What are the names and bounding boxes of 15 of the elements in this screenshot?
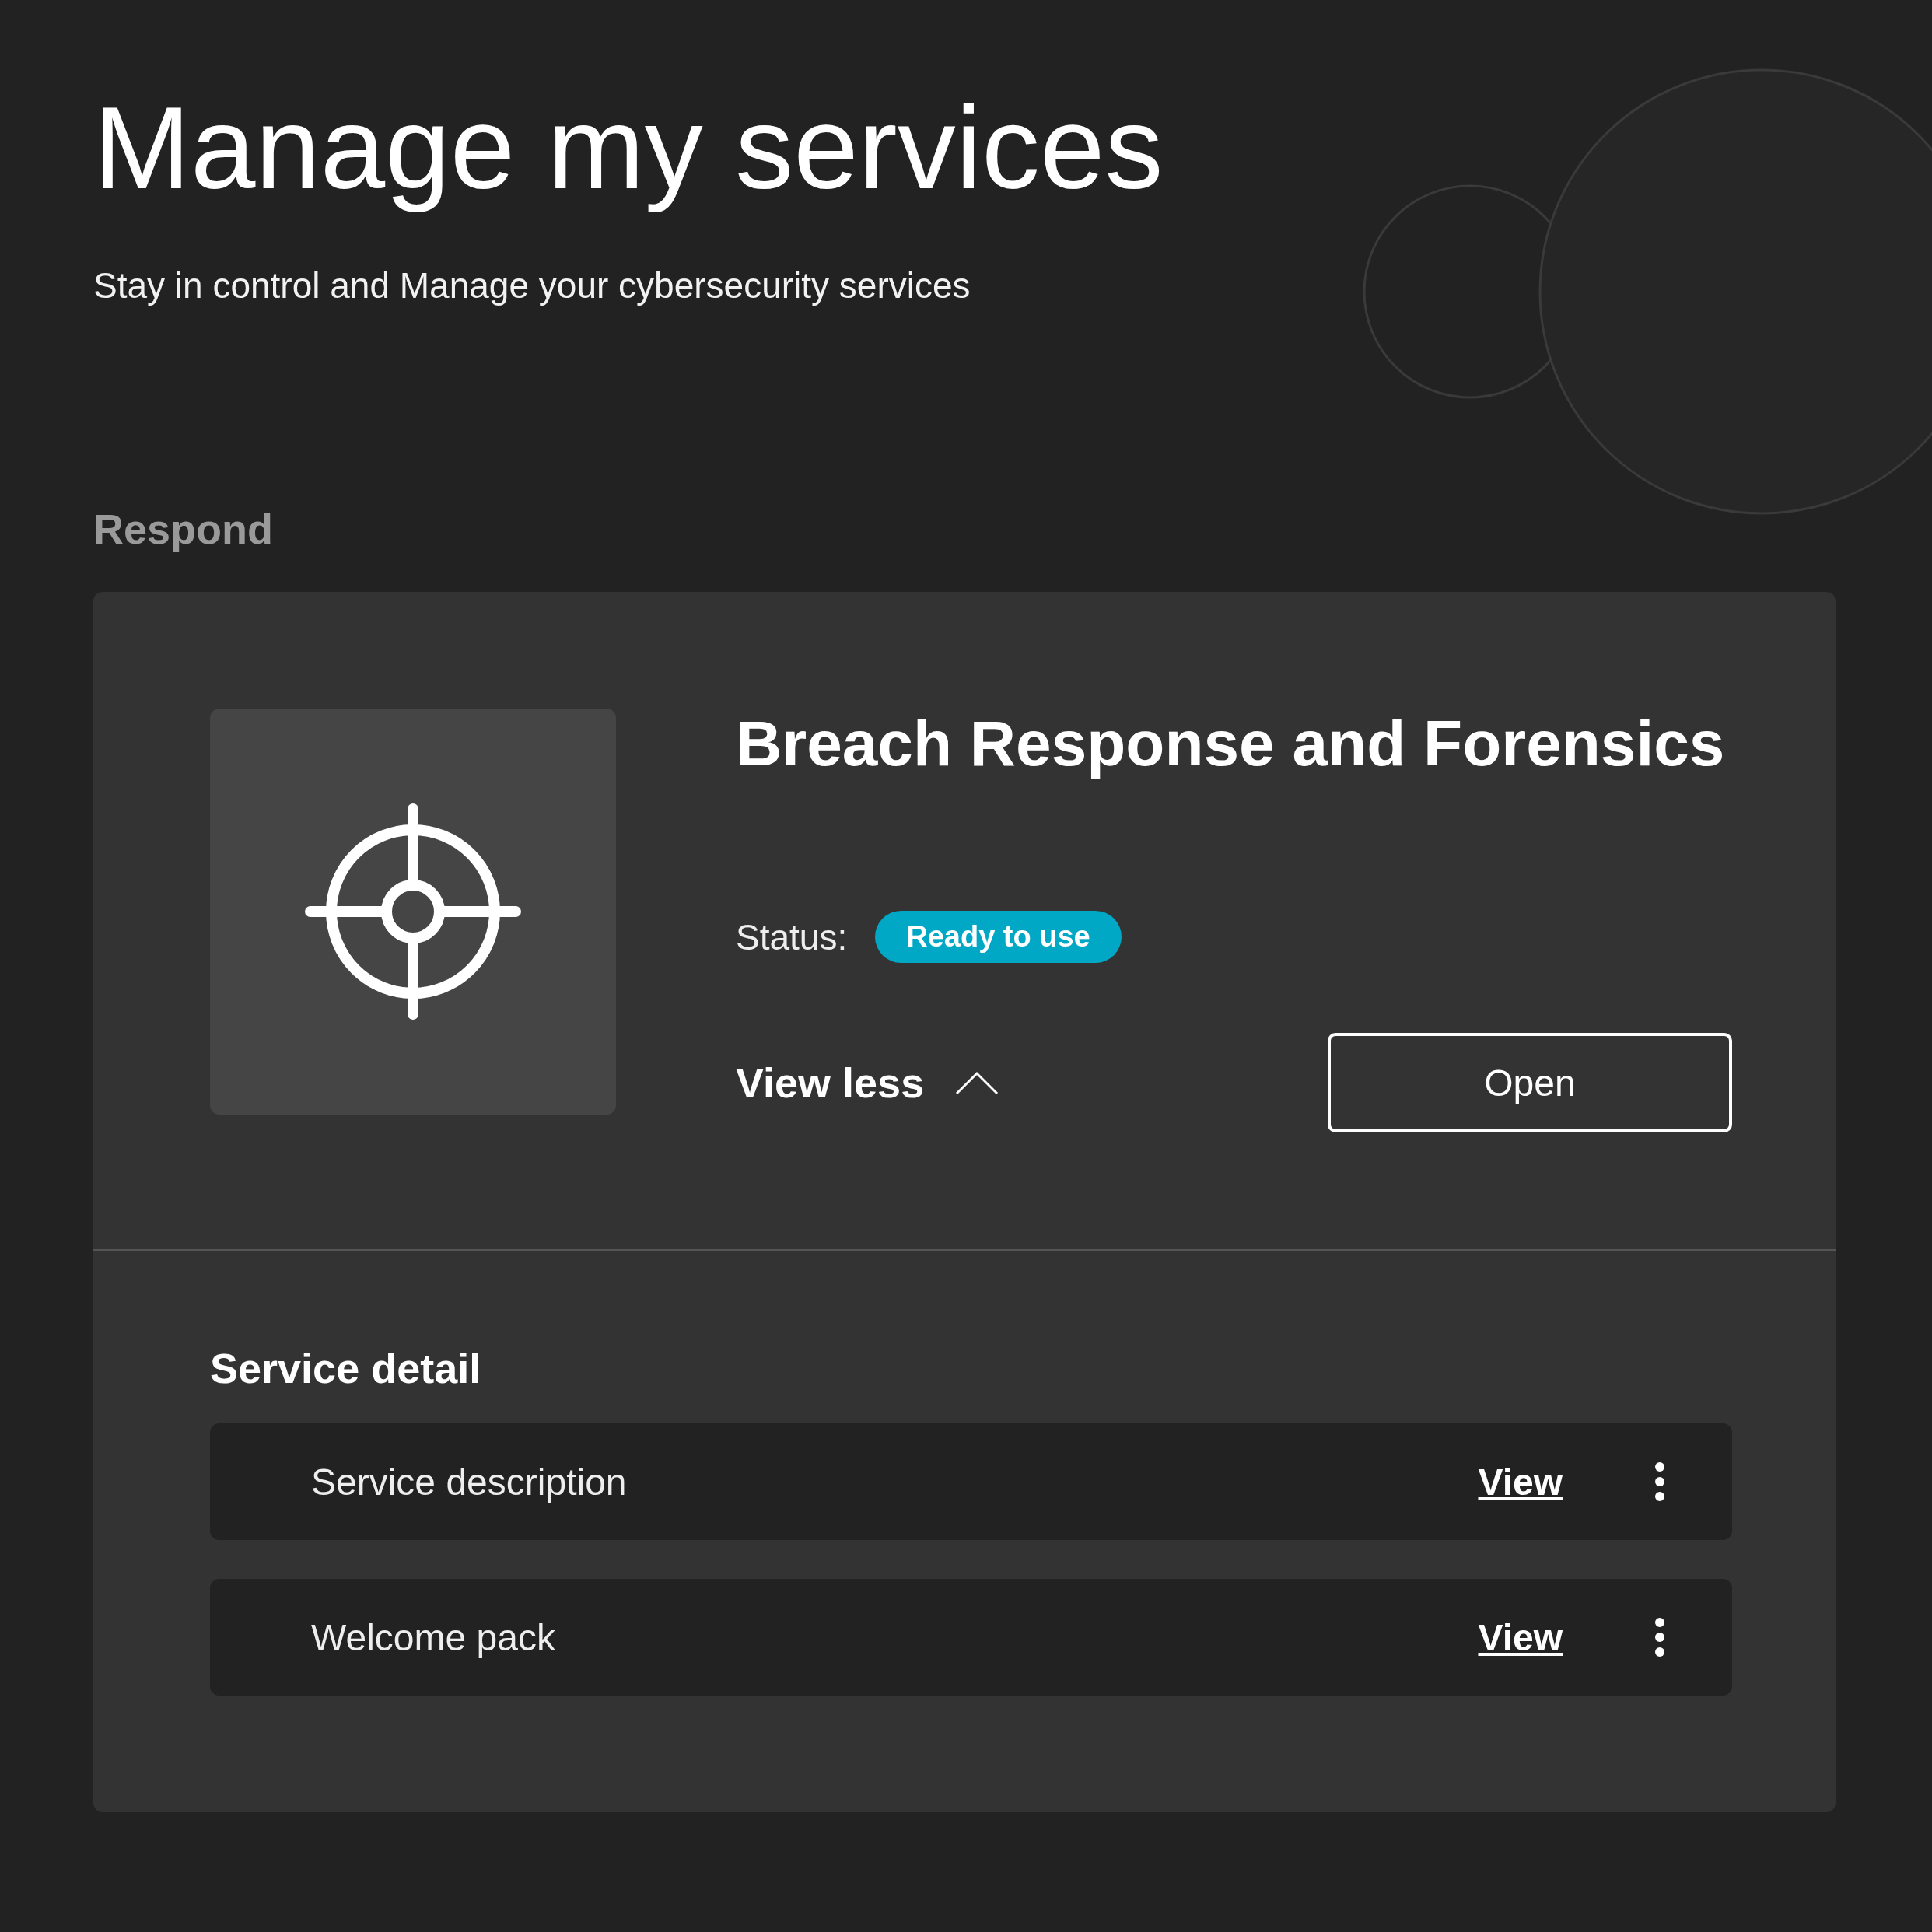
service-name: Breach Response and Forensics xyxy=(736,709,1726,779)
view-toggle[interactable]: View less xyxy=(736,1059,999,1108)
crosshair-icon xyxy=(304,803,522,1020)
open-button[interactable]: Open xyxy=(1328,1033,1732,1133)
page-subtitle: Stay in control and Manage your cybersecurity services xyxy=(93,264,971,306)
view-link[interactable]: View xyxy=(1478,1460,1563,1503)
view-link[interactable]: View xyxy=(1478,1615,1563,1659)
status-label: Status: xyxy=(736,915,848,958)
chevron-icon xyxy=(955,1070,999,1096)
detail-heading: Service detail xyxy=(210,1344,482,1393)
document-name: Service description xyxy=(311,1460,628,1503)
status-badge: Ready to use xyxy=(875,911,1122,964)
document-name: Welcome pack xyxy=(311,1615,556,1659)
section-label: Respond xyxy=(93,505,274,553)
page-title: Manage my services xyxy=(93,82,1164,215)
